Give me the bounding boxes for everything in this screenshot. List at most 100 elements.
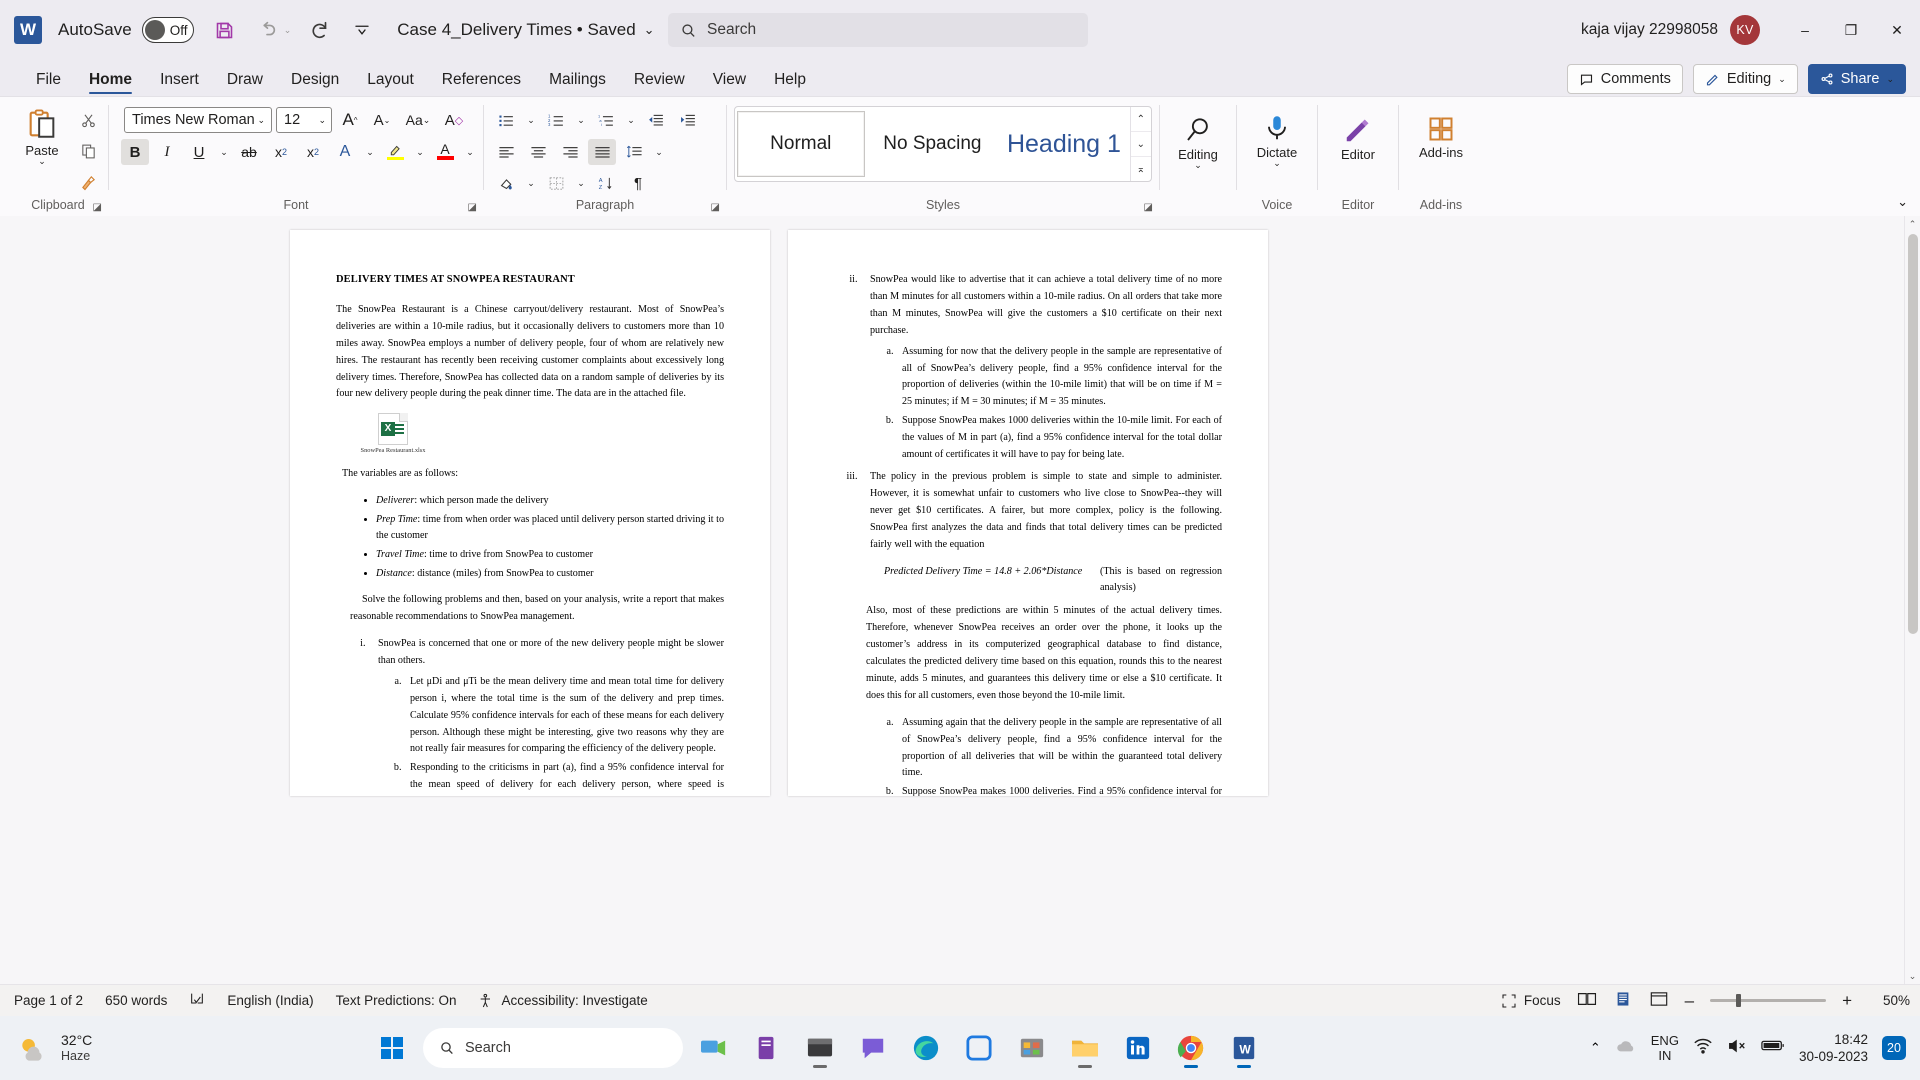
spell-check-icon[interactable] <box>189 991 205 1010</box>
language-indicator[interactable]: English (India) <box>227 993 313 1008</box>
taskbar-app-notes[interactable] <box>745 1026 789 1070</box>
zoom-slider-thumb[interactable] <box>1736 994 1742 1007</box>
decrease-indent-button[interactable] <box>642 107 670 133</box>
restore-button[interactable]: ❐ <box>1828 1 1874 59</box>
editing-mode-chevron-icon[interactable]: ⌄ <box>1778 75 1786 84</box>
minimize-button[interactable]: – <box>1782 1 1828 59</box>
search-box[interactable]: Search <box>668 13 1088 47</box>
tab-file[interactable]: File <box>22 71 75 96</box>
font-color-button[interactable]: A <box>431 139 459 165</box>
font-color-chevron-icon[interactable]: ⌄ <box>463 139 477 165</box>
taskbar-app-chrome[interactable] <box>1169 1026 1213 1070</box>
shading-chevron-icon[interactable]: ⌄ <box>524 170 538 196</box>
tab-draw[interactable]: Draw <box>213 71 277 96</box>
styles-scroll-down-icon[interactable]: ⌄ <box>1130 132 1152 157</box>
tab-view[interactable]: View <box>699 71 760 96</box>
volume-icon[interactable] <box>1727 1037 1747 1059</box>
zoom-slider[interactable] <box>1710 994 1827 1007</box>
document-page-1[interactable]: DELIVERY TIMES AT SNOWPEA RESTAURANT The… <box>290 230 770 796</box>
focus-button[interactable]: Focus <box>1501 993 1561 1009</box>
dictate-chevron-icon[interactable]: ⌄ <box>1273 159 1281 168</box>
tray-cloud-icon[interactable] <box>1615 1037 1637 1060</box>
tab-mailings[interactable]: Mailings <box>535 71 620 96</box>
styles-more-icon[interactable]: ⌅ <box>1131 157 1151 181</box>
style-heading-1[interactable]: Heading 1 <box>1000 111 1128 177</box>
zoom-out-button[interactable]: – <box>1685 991 1694 1011</box>
vertical-scrollbar[interactable]: ⌃ ⌄ <box>1904 216 1920 984</box>
weather-widget[interactable]: 32°C Haze <box>0 1032 190 1064</box>
italic-button[interactable]: I <box>153 139 181 165</box>
notification-badge[interactable]: 20 <box>1882 1036 1906 1060</box>
grow-font-button[interactable]: A ^ <box>336 107 364 133</box>
undo-dropdown-icon[interactable]: ⌄ <box>284 26 292 35</box>
text-effects-chevron-icon[interactable]: ⌄ <box>363 139 377 165</box>
tab-layout[interactable]: Layout <box>353 71 428 96</box>
font-name-chevron-icon[interactable]: ⌄ <box>257 116 265 125</box>
taskbar-app-linkedin[interactable] <box>1116 1026 1160 1070</box>
undo-icon[interactable] <box>254 17 280 43</box>
editing-chevron-icon[interactable]: ⌄ <box>1194 161 1202 170</box>
align-right-button[interactable] <box>556 139 584 165</box>
zoom-level[interactable]: 50% <box>1868 993 1910 1008</box>
scroll-down-icon[interactable]: ⌄ <box>1909 968 1917 984</box>
document-page-2[interactable]: SnowPea would like to advertise that it … <box>788 230 1268 796</box>
embedded-excel-object[interactable]: X SnowPea Restaurant.xlsx <box>354 413 432 455</box>
tab-home[interactable]: Home <box>75 71 146 96</box>
line-spacing-button[interactable] <box>620 139 648 165</box>
dictate-button[interactable]: Dictate ⌄ <box>1245 109 1309 168</box>
avatar[interactable]: KV <box>1730 15 1760 45</box>
font-size-input[interactable]: 12 ⌄ <box>276 107 332 133</box>
strikethrough-button[interactable]: ab <box>235 139 263 165</box>
page-indicator[interactable]: Page 1 of 2 <box>14 993 83 1008</box>
windows-start-button[interactable] <box>370 1026 414 1070</box>
zoom-in-button[interactable]: + <box>1842 991 1852 1011</box>
shading-button[interactable] <box>492 170 520 196</box>
taskbar-app-edge[interactable] <box>904 1026 948 1070</box>
editing-button[interactable]: Editing ⌄ <box>1166 111 1230 170</box>
taskbar-app-store[interactable] <box>1010 1026 1054 1070</box>
increase-indent-button[interactable] <box>674 107 702 133</box>
multilevel-chevron-icon[interactable]: ⌄ <box>624 107 638 133</box>
justify-button[interactable] <box>588 139 616 165</box>
change-case-button[interactable]: Aa ⌄ <box>400 107 436 133</box>
tab-references[interactable]: References <box>428 71 535 96</box>
copy-button[interactable] <box>74 138 102 164</box>
scrollbar-thumb[interactable] <box>1907 234 1918 634</box>
editor-button[interactable]: Editor <box>1326 111 1390 162</box>
autosave-toggle[interactable]: Off <box>141 17 194 43</box>
text-effects-button[interactable]: A <box>331 139 359 165</box>
style-no-spacing[interactable]: No Spacing <box>868 111 997 177</box>
print-layout-button[interactable] <box>1613 991 1633 1010</box>
bullets-chevron-icon[interactable]: ⌄ <box>524 107 538 133</box>
underline-chevron-icon[interactable]: ⌄ <box>217 139 231 165</box>
scroll-up-icon[interactable]: ⌃ <box>1909 216 1917 232</box>
align-center-button[interactable] <box>524 139 552 165</box>
shrink-font-button[interactable]: A ⌄ <box>368 107 396 133</box>
font-size-chevron-icon[interactable]: ⌄ <box>318 116 326 125</box>
subscript-button[interactable]: x2 <box>267 139 295 165</box>
share-chevron-icon[interactable]: ⌄ <box>1886 75 1894 84</box>
tab-review[interactable]: Review <box>620 71 699 96</box>
taskbar-clock[interactable]: 18:42 30-09-2023 <box>1799 1031 1868 1065</box>
redo-icon[interactable] <box>307 17 333 43</box>
document-title[interactable]: Case 4_Delivery Times • Saved ⌄ <box>397 20 654 40</box>
addins-button[interactable]: Add-ins <box>1409 111 1473 160</box>
styles-gallery-scroll[interactable]: ⌃ ⌄ ⌅ <box>1129 107 1152 181</box>
styles-gallery[interactable]: Normal No Spacing Heading 1 ⌃ ⌄ ⌅ <box>734 106 1152 182</box>
taskbar-app-explorer-dark[interactable] <box>798 1026 842 1070</box>
tab-design[interactable]: Design <box>277 71 353 96</box>
customize-quick-access-icon[interactable] <box>349 17 375 43</box>
language-indicator-taskbar[interactable]: ENG IN <box>1651 1033 1679 1063</box>
format-painter-button[interactable] <box>74 169 102 195</box>
sort-button[interactable]: A Z <box>592 170 620 196</box>
borders-chevron-icon[interactable]: ⌄ <box>574 170 588 196</box>
editing-mode-button[interactable]: Editing ⌄ <box>1692 64 1798 94</box>
text-highlight-button[interactable] <box>381 139 409 165</box>
web-layout-button[interactable] <box>1649 991 1669 1010</box>
read-mode-button[interactable] <box>1577 991 1597 1010</box>
paragraph-dialog-launcher[interactable]: ◪ <box>711 202 720 213</box>
comments-button[interactable]: Comments <box>1566 64 1683 94</box>
taskbar-app-blue[interactable] <box>957 1026 1001 1070</box>
styles-scroll-up-icon[interactable]: ⌃ <box>1130 107 1152 132</box>
taskbar-app-word[interactable]: W <box>1222 1026 1266 1070</box>
